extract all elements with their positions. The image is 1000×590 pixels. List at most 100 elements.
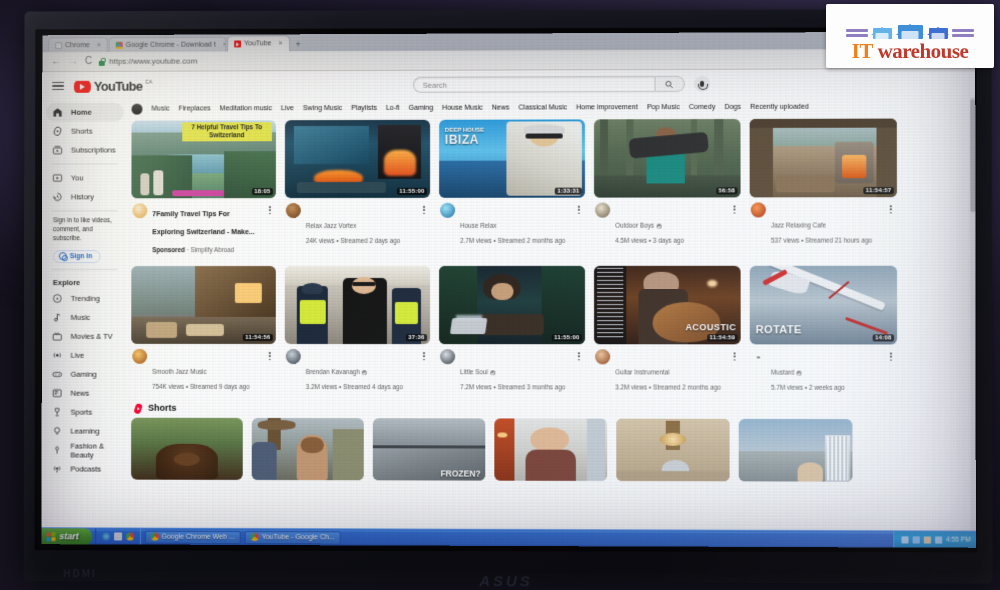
video-card[interactable]: 11:54:57 Jazz Relaxing Cafe 537 views • … xyxy=(749,118,897,257)
channel-name[interactable]: Relax Jazz Vortex xyxy=(306,223,356,230)
chip-meditation-music[interactable]: Meditation music xyxy=(220,105,272,112)
video-card[interactable]: DEEP HOUSE IBIZA 1:33:31 House Relax 2.7… xyxy=(439,119,585,257)
chip-live[interactable]: Live xyxy=(281,105,294,112)
sidebar-item-news[interactable]: News xyxy=(46,384,124,403)
video-menu-icon[interactable] xyxy=(265,203,275,257)
short-card[interactable]: FROZEN? xyxy=(372,418,486,481)
video-thumbnail[interactable]: 11:55:00 xyxy=(284,119,431,199)
channel-avatar[interactable] xyxy=(285,349,301,365)
ie-icon[interactable] xyxy=(101,532,110,541)
video-title[interactable] xyxy=(460,211,462,218)
reload-icon[interactable]: C xyxy=(85,55,92,66)
scrollbar-track[interactable] xyxy=(970,97,976,531)
start-button[interactable]: start xyxy=(41,527,92,545)
show-desktop-icon[interactable] xyxy=(113,532,122,541)
close-icon[interactable]: × xyxy=(93,42,101,49)
back-icon[interactable]: ← xyxy=(51,56,61,67)
video-menu-icon[interactable] xyxy=(419,349,429,394)
video-title[interactable] xyxy=(152,357,154,364)
network-icon[interactable] xyxy=(901,535,909,543)
video-title[interactable] xyxy=(306,211,308,218)
sidebar-item-sports[interactable]: Sports xyxy=(46,403,124,422)
channel-name[interactable]: Little Soul xyxy=(460,369,488,376)
search-button[interactable] xyxy=(654,75,685,93)
chip-recently-uploaded[interactable]: Recently uploaded xyxy=(750,103,809,110)
chip-swing-music[interactable]: Swing Music xyxy=(303,105,342,112)
chip-classical-music[interactable]: Classical Music xyxy=(519,104,568,111)
short-card[interactable] xyxy=(494,418,608,481)
channel-name[interactable]: Outdoor Boys xyxy=(615,223,654,230)
channel-avatar[interactable] xyxy=(440,349,456,365)
sidebar-item-shorts[interactable]: Shorts xyxy=(46,122,123,141)
video-menu-icon[interactable] xyxy=(265,349,275,394)
search-input[interactable]: Search xyxy=(412,76,655,93)
channel-avatar[interactable] xyxy=(440,202,456,218)
sidebar-item-music[interactable]: Music xyxy=(46,308,123,327)
filter-chip-bar[interactable]: Music Fireplaces Meditation music Live S… xyxy=(126,97,976,117)
display-icon[interactable] xyxy=(912,535,920,544)
video-thumbnail[interactable]: 11:54:56 xyxy=(131,266,276,344)
sidebar-item-podcasts[interactable]: Podcasts xyxy=(46,460,124,479)
video-thumbnail[interactable]: DEEP HOUSE IBIZA 1:33:31 xyxy=(439,119,585,198)
chip-comedy[interactable]: Comedy xyxy=(689,103,715,110)
new-tab-button[interactable]: + xyxy=(291,39,306,51)
chip-pop-music[interactable]: Pop Music xyxy=(647,104,680,111)
sign-in-button[interactable]: Sign in xyxy=(52,250,101,264)
sidebar-item-movies-tv[interactable]: Movies & TV xyxy=(46,327,123,346)
close-icon[interactable]: × xyxy=(275,40,283,47)
channel-avatar[interactable] xyxy=(595,202,611,218)
browser-tab-chrome-download[interactable]: Google Chrome - Download t × xyxy=(108,36,227,52)
video-title[interactable] xyxy=(306,357,308,364)
video-title[interactable]: 7Family Travel Tips For Exploring Switze… xyxy=(152,211,254,236)
short-card[interactable] xyxy=(251,417,364,481)
channel-avatar[interactable]: m xyxy=(750,349,767,365)
video-title[interactable] xyxy=(771,357,773,364)
video-thumbnail[interactable]: ACOUSTIC 11:54:59 xyxy=(594,265,741,345)
video-card[interactable]: 11:55:00 Little Soul 7.2M views • Stream… xyxy=(439,265,585,395)
video-title[interactable] xyxy=(615,357,617,364)
chip-dogs[interactable]: Dogs xyxy=(724,103,741,110)
channel-name[interactable]: Guitar Instrumental xyxy=(615,369,669,376)
volume-icon[interactable] xyxy=(923,535,931,544)
chip-gaming[interactable]: Gaming xyxy=(409,104,434,111)
channel-name[interactable]: Jazz Relaxing Cafe xyxy=(771,222,826,229)
video-thumbnail[interactable]: 11:54:57 xyxy=(749,118,897,198)
channel-avatar[interactable] xyxy=(132,203,148,219)
video-thumbnail[interactable]: 11:55:00 xyxy=(439,265,585,345)
forward-icon[interactable]: → xyxy=(68,56,78,67)
chip-lofi[interactable]: Lo-fi xyxy=(386,104,400,111)
clock[interactable]: 4:55 PM xyxy=(946,536,971,543)
shield-icon[interactable] xyxy=(934,535,942,544)
video-thumbnail[interactable]: 7 Helpful Travel Tips To Switzerland 18:… xyxy=(131,120,276,199)
chip-fireplaces[interactable]: Fireplaces xyxy=(179,105,211,112)
voice-search-button[interactable] xyxy=(693,75,710,92)
channel-name[interactable]: Smooth Jazz Music xyxy=(152,369,206,376)
chip-house-music[interactable]: House Music xyxy=(442,104,483,111)
video-title[interactable] xyxy=(615,211,617,218)
short-card[interactable] xyxy=(738,418,853,482)
channel-name[interactable]: Mustard xyxy=(771,370,794,377)
video-title[interactable] xyxy=(460,357,462,364)
channel-avatar[interactable] xyxy=(132,348,148,364)
close-icon[interactable]: × xyxy=(219,41,226,48)
chip-playlists[interactable]: Playlists xyxy=(351,104,377,111)
chip-home-improvement[interactable]: Home improvement xyxy=(576,104,638,111)
taskbar-item-youtube[interactable]: YouTube - Google Ch... xyxy=(244,530,341,544)
video-title[interactable] xyxy=(771,210,773,217)
sidebar-item-subscriptions[interactable]: Subscriptions xyxy=(46,141,123,160)
sidebar-item-gaming[interactable]: Gaming xyxy=(46,365,124,384)
video-card[interactable]: 11:55:00 Relax Jazz Vortex 24K views • S… xyxy=(284,119,431,257)
video-menu-icon[interactable] xyxy=(729,202,739,247)
short-card[interactable] xyxy=(616,418,730,482)
channel-name[interactable]: House Relax xyxy=(460,223,496,230)
short-card[interactable] xyxy=(131,417,243,480)
video-menu-icon[interactable] xyxy=(419,203,429,248)
video-thumbnail[interactable]: ROTATE 14:08 xyxy=(749,265,898,345)
browser-tab-youtube[interactable]: YouTube × xyxy=(227,35,290,52)
taskbar-item-chrome-web[interactable]: Google Chrome Web ... xyxy=(144,530,241,544)
sidebar-item-trending[interactable]: Trending xyxy=(46,289,123,308)
channel-avatar[interactable] xyxy=(750,202,766,218)
channel-avatar[interactable] xyxy=(595,349,611,365)
chip-music[interactable]: Music xyxy=(151,105,169,112)
video-menu-icon[interactable] xyxy=(886,202,896,247)
